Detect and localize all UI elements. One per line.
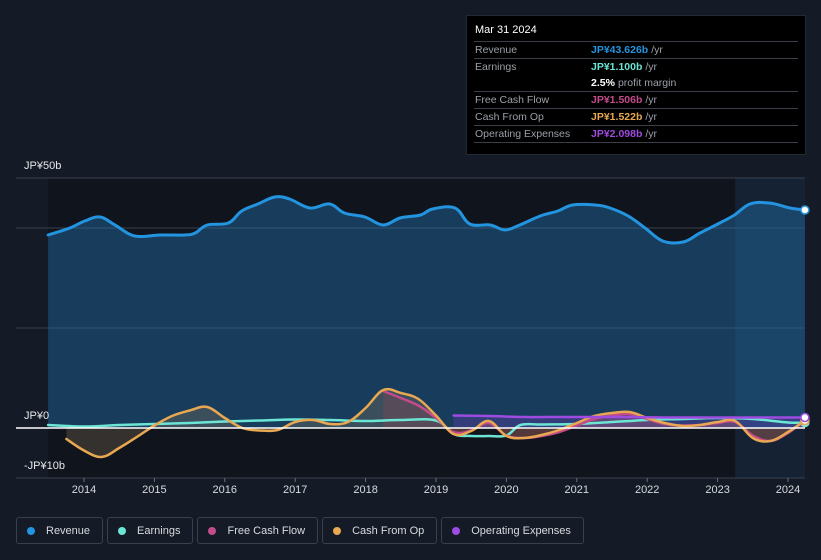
x-tick-label: 2021 (564, 484, 590, 496)
legend-item-operating-expenses[interactable]: Operating Expenses (441, 517, 584, 544)
tooltip-value: JP¥43.626b (591, 44, 649, 56)
free-cash-flow-dot-icon (208, 526, 217, 535)
tooltip-unit: /yr (645, 128, 658, 140)
tooltip-label: Operating Expenses (475, 128, 571, 140)
operating-expenses-point (800, 412, 810, 423)
x-tick-label: 2022 (634, 484, 660, 496)
x-tick-label: 2015 (142, 484, 167, 496)
tooltip-value: 2.5% (591, 77, 615, 89)
revenue-point (800, 205, 810, 215)
legend-label: Revenue (46, 524, 91, 537)
legend-label: Cash From Op (352, 524, 425, 537)
earnings-dot-icon (118, 526, 127, 535)
tooltip-row-opex: Operating Expenses JP¥2.098b /yr (474, 125, 798, 142)
tooltip-row-revenue: Revenue JP¥43.626b /yr (474, 41, 798, 58)
y-tick-label-minus-10b: -JP¥10b (24, 460, 65, 472)
tooltip-value: JP¥2.098b (591, 128, 643, 140)
legend: Revenue Earnings Free Cash Flow Cash Fro… (16, 517, 584, 544)
y-tick-label-0: JP¥0 (24, 410, 50, 422)
tooltip: Mar 31 2024 Revenue JP¥43.626b /yr Earni… (466, 15, 806, 155)
tooltip-row-margin: 2.5% profit margin (474, 75, 798, 91)
legend-label: Free Cash Flow (227, 524, 306, 537)
tooltip-unit: /yr (651, 44, 663, 56)
x-tick-label: 2023 (705, 484, 730, 496)
tooltip-unit: /yr (645, 61, 658, 73)
tooltip-divider (474, 142, 798, 143)
x-tick-label: 2014 (71, 484, 97, 496)
tooltip-value: JP¥1.506b (591, 94, 643, 106)
cash-from-op-dot-icon (333, 526, 342, 535)
x-tick-label: 2017 (282, 484, 308, 496)
x-tick-label: 2019 (423, 484, 449, 496)
tooltip-row-cfo: Cash From Op JP¥1.522b /yr (474, 108, 798, 125)
x-tick-label: 2018 (353, 484, 378, 496)
operating-expenses-dot-icon (452, 526, 461, 535)
y-tick-label-50b: JP¥50b (24, 160, 62, 172)
x-tick-label: 2020 (494, 484, 519, 496)
legend-item-cash-from-op[interactable]: Cash From Op (322, 517, 438, 544)
legend-item-earnings[interactable]: Earnings (107, 517, 194, 544)
tooltip-date: Mar 31 2024 (475, 24, 537, 36)
tooltip-unit: profit margin (617, 77, 677, 89)
tooltip-unit: /yr (645, 94, 658, 106)
revenue-dot-icon (27, 526, 35, 535)
legend-label: Operating Expenses (471, 524, 571, 537)
tooltip-label: Revenue (475, 44, 518, 56)
tooltip-label: Free Cash Flow (475, 94, 550, 106)
x-tick-label: 2016 (212, 484, 238, 496)
x-tick-label: 2024 (775, 484, 801, 496)
tooltip-row-earnings: Earnings JP¥1.100b /yr (474, 58, 798, 75)
tooltip-value: JP¥1.100b (591, 61, 643, 73)
tooltip-row-fcf: Free Cash Flow JP¥1.506b /yr (474, 91, 798, 108)
tooltip-unit: /yr (645, 111, 658, 123)
tooltip-label: Cash From Op (475, 111, 544, 123)
legend-item-revenue[interactable]: Revenue (16, 517, 104, 544)
tooltip-label: Earnings (475, 61, 517, 73)
legend-label: Earnings (137, 524, 181, 537)
legend-item-free-cash-flow[interactable]: Free Cash Flow (197, 517, 319, 544)
tooltip-value: JP¥1.522b (591, 111, 643, 123)
